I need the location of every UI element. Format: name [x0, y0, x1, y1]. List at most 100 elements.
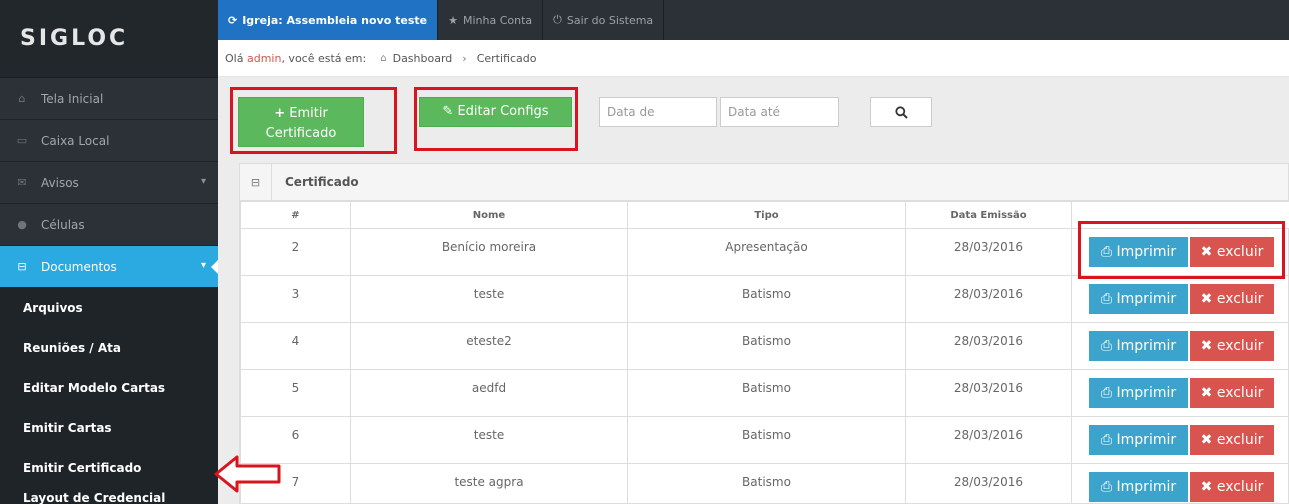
delete-label: excluir [1216, 479, 1264, 495]
church-prefix: Igreja: [242, 13, 283, 27]
column-header[interactable]: Tipo [627, 201, 906, 229]
delete-button[interactable]: ✖ excluir [1190, 331, 1274, 361]
date-from-input[interactable]: Data de [599, 97, 717, 127]
cell-date: 28/03/2016 [905, 463, 1072, 504]
column-header[interactable]: Nome [350, 201, 628, 229]
sidebar-item-caixa-local[interactable]: ▭ Caixa Local [0, 120, 218, 162]
sidebar-item-celulas[interactable]: ● Células [0, 204, 218, 246]
submenu-arquivos[interactable]: Arquivos [0, 288, 218, 328]
sidebar-item-label: Avisos [41, 175, 79, 190]
highlight-box-edit [414, 87, 578, 151]
cell-name: teste agpra [350, 463, 628, 504]
cell-name: teste [350, 416, 628, 464]
sidebar-item-label: Documentos [41, 259, 117, 274]
cell-id: 2 [240, 228, 351, 276]
panel-title: Certificado [285, 175, 359, 189]
cell-type: Batismo [627, 275, 906, 323]
home-icon: ⌂ [18, 92, 26, 105]
cell-date: 28/03/2016 [905, 275, 1072, 323]
church-name: Assembleia novo teste [286, 13, 428, 27]
print-label: Imprimir [1116, 291, 1177, 307]
submenu-reunioes-ata[interactable]: Reuniões / Ata [0, 328, 218, 368]
submenu-emitir-cartas[interactable]: Emitir Cartas [0, 408, 218, 448]
power-icon: ⏻ [553, 13, 562, 26]
column-header[interactable]: # [240, 201, 351, 229]
cell-name: aedfd [350, 369, 628, 417]
delete-label: excluir [1216, 385, 1264, 401]
top-bar: ⟳ Igreja: Assembleia novo teste ★ Minha … [218, 0, 1289, 40]
submenu-editar-modelo-cartas[interactable]: Editar Modelo Cartas [0, 368, 218, 408]
money-icon: ▭ [16, 134, 28, 147]
highlight-box-actions [1078, 221, 1285, 279]
submenu-layout-credencial[interactable]: Layout de Credencial [0, 488, 218, 504]
print-icon: ⎙ [1100, 385, 1113, 401]
logo-text: SIGLOC [20, 26, 129, 51]
print-button[interactable]: ⎙ Imprimir [1089, 472, 1188, 502]
cell-date: 28/03/2016 [905, 369, 1072, 417]
print-icon: ⎙ [1100, 338, 1113, 354]
delete-button[interactable]: ✖ excluir [1190, 284, 1274, 314]
print-button[interactable]: ⎙ Imprimir [1089, 378, 1188, 408]
cell-type: Batismo [627, 416, 906, 464]
certificate-panel: ⊟ Certificado # Nome Tipo Data Emissão 2… [239, 163, 1289, 504]
cell-name: eteste2 [350, 322, 628, 370]
chevron-down-icon: ▾ [200, 260, 206, 271]
delete-label: excluir [1216, 432, 1264, 448]
delete-button[interactable]: ✖ excluir [1190, 472, 1274, 502]
sidebar-item-label: Tela Inicial [41, 91, 104, 106]
table-row: 7 teste agpra Batismo 28/03/2016 ⎙ Impri… [240, 463, 1289, 504]
print-button[interactable]: ⎙ Imprimir [1089, 331, 1188, 361]
main-content: + Emitir Certificado ✎ Editar Configs Da… [218, 77, 1289, 504]
search-button[interactable] [870, 97, 932, 127]
close-icon: ✖ [1200, 338, 1213, 354]
close-icon: ✖ [1200, 432, 1213, 448]
close-icon: ✖ [1200, 385, 1213, 401]
cell-name: Benício moreira [350, 228, 628, 276]
cell-id: 4 [240, 322, 351, 370]
inbox-icon: ⊟ [240, 163, 272, 201]
cell-name: teste [350, 275, 628, 323]
search-icon [894, 105, 908, 119]
user-name[interactable]: admin [247, 52, 281, 65]
refresh-icon: ⟳ [228, 13, 238, 27]
breadcrumb: Olá admin , você está em: ⌂ Dashboard › … [218, 40, 1289, 77]
sidebar-item-avisos[interactable]: ✉ Avisos ▾ [0, 162, 218, 204]
cell-type: Batismo [627, 322, 906, 370]
my-account-label: Minha Conta [462, 13, 533, 27]
table-row: 6 teste Batismo 28/03/2016 ⎙ Imprimir ✖ e… [240, 416, 1289, 464]
highlight-box-emit [230, 87, 397, 154]
close-icon: ✖ [1200, 291, 1213, 307]
print-button[interactable]: ⎙ Imprimir [1089, 284, 1188, 314]
sidebar-item-documentos[interactable]: ⊟ Documentos ▾ [0, 246, 219, 288]
annotation-arrow-icon [214, 455, 281, 493]
delete-button[interactable]: ✖ excluir [1190, 425, 1274, 455]
breadcrumb-home[interactable]: Dashboard [393, 52, 453, 65]
church-selector[interactable]: ⟳ Igreja: Assembleia novo teste [218, 0, 439, 40]
delete-button[interactable]: ✖ excluir [1190, 378, 1274, 408]
home-icon: ⌂ [380, 52, 387, 64]
print-label: Imprimir [1116, 432, 1177, 448]
cell-type: Batismo [627, 463, 906, 504]
location-text: , você está em: [281, 51, 367, 65]
cell-date: 28/03/2016 [905, 228, 1072, 276]
sidebar-item-label: Caixa Local [41, 133, 110, 148]
star-icon: ★ [448, 13, 458, 27]
print-icon: ⎙ [1100, 432, 1113, 448]
my-account-button[interactable]: ★ Minha Conta [438, 0, 544, 40]
sidebar-item-tela-inicial[interactable]: ⌂ Tela Inicial [0, 78, 218, 120]
cell-type: Apresentação [627, 228, 906, 276]
logout-button[interactable]: ⏻ Sair do Sistema [543, 0, 665, 40]
cell-id: 5 [240, 369, 351, 417]
column-header[interactable]: Data Emissão [905, 201, 1072, 229]
delete-label: excluir [1216, 291, 1264, 307]
submenu-emitir-certificado[interactable]: Emitir Certificado [0, 448, 218, 488]
table-row: 3 teste Batismo 28/03/2016 ⎙ Imprimir ✖ e… [240, 275, 1289, 323]
print-label: Imprimir [1116, 338, 1177, 354]
users-icon: ● [17, 218, 27, 231]
print-button[interactable]: ⎙ Imprimir [1089, 425, 1188, 455]
date-to-input[interactable]: Data até [720, 97, 839, 127]
table-row: 5 aedfd Batismo 28/03/2016 ⎙ Imprimir ✖ e… [240, 369, 1289, 417]
logo[interactable]: SIGLOC [0, 0, 218, 78]
print-label: Imprimir [1116, 479, 1177, 495]
cell-actions: ⎙ Imprimir ✖ excluir [1071, 416, 1289, 464]
